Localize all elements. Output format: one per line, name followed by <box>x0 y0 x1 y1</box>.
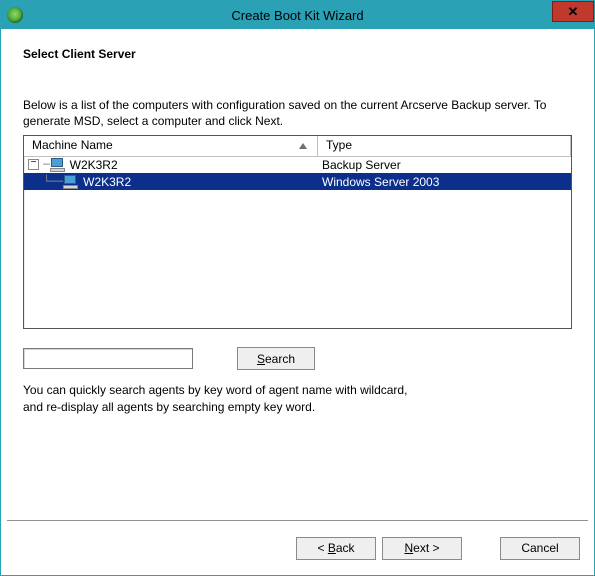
tree-line: └── <box>28 175 63 188</box>
back-button[interactable]: < Back <box>296 537 376 560</box>
hint-line-1: You can quickly search agents by key wor… <box>23 382 572 398</box>
machine-list[interactable]: Machine Name Type ─ W2K3R2 Backup Server <box>23 135 572 329</box>
search-button[interactable]: Search <box>237 347 315 370</box>
row-type: Windows Server 2003 <box>318 175 571 189</box>
page-description: Below is a list of the computers with co… <box>23 97 572 129</box>
server-icon <box>50 158 66 172</box>
hint-line-2: and re-display all agents by searching e… <box>23 399 572 415</box>
list-row[interactable]: ─ W2K3R2 Backup Server <box>24 156 571 173</box>
column-type-label: Type <box>326 138 352 152</box>
list-body: ─ W2K3R2 Backup Server └── W2K3R2 Window… <box>24 156 571 328</box>
list-row[interactable]: └── W2K3R2 Windows Server 2003 <box>24 173 571 190</box>
wizard-content: Select Client Server Below is a list of … <box>1 29 594 520</box>
column-machine-name-label: Machine Name <box>32 138 113 152</box>
search-row: Search <box>23 347 572 370</box>
row-type: Backup Server <box>318 158 571 172</box>
wizard-footer: < Back Next > Cancel <box>1 521 594 575</box>
search-hint: You can quickly search agents by key wor… <box>23 382 572 414</box>
tree-collapse-icon[interactable] <box>28 159 39 170</box>
sort-asc-icon <box>299 143 307 149</box>
page-heading: Select Client Server <box>23 47 572 61</box>
row-name: W2K3R2 <box>83 175 131 189</box>
column-type[interactable]: Type <box>318 136 571 156</box>
list-header: Machine Name Type <box>24 136 571 157</box>
search-button-rest: earch <box>265 352 295 366</box>
computer-icon <box>63 175 79 189</box>
cancel-button[interactable]: Cancel <box>500 537 580 560</box>
next-button[interactable]: Next > <box>382 537 462 560</box>
title-bar: Create Boot Kit Wizard ✕ <box>1 1 594 29</box>
search-input[interactable] <box>23 348 193 369</box>
row-name: W2K3R2 <box>70 158 118 172</box>
column-machine-name[interactable]: Machine Name <box>24 136 318 156</box>
window-title: Create Boot Kit Wizard <box>1 8 594 23</box>
wizard-window: Create Boot Kit Wizard ✕ Select Client S… <box>0 0 595 576</box>
tree-line: ─ <box>41 158 50 171</box>
